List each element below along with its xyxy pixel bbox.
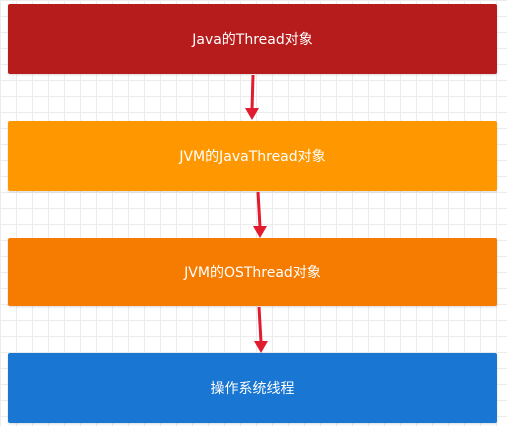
arrow-3 (254, 306, 268, 353)
jvm-osthread-object-label: JVM的OSThread对象 (184, 265, 321, 281)
arrow-1 (245, 74, 259, 120)
java-thread-object-node: Java的Thread对象 (8, 4, 497, 74)
os-thread-label: 操作系统线程 (210, 381, 295, 397)
java-thread-object-label: Java的Thread对象 (192, 32, 313, 48)
arrow-2 (253, 191, 267, 238)
os-thread-node: 操作系统线程 (8, 353, 497, 423)
jvm-javathread-object-label: JVM的JavaThread对象 (179, 149, 326, 165)
jvm-javathread-object-node: JVM的JavaThread对象 (8, 121, 497, 191)
jvm-osthread-object-node: JVM的OSThread对象 (8, 238, 497, 306)
